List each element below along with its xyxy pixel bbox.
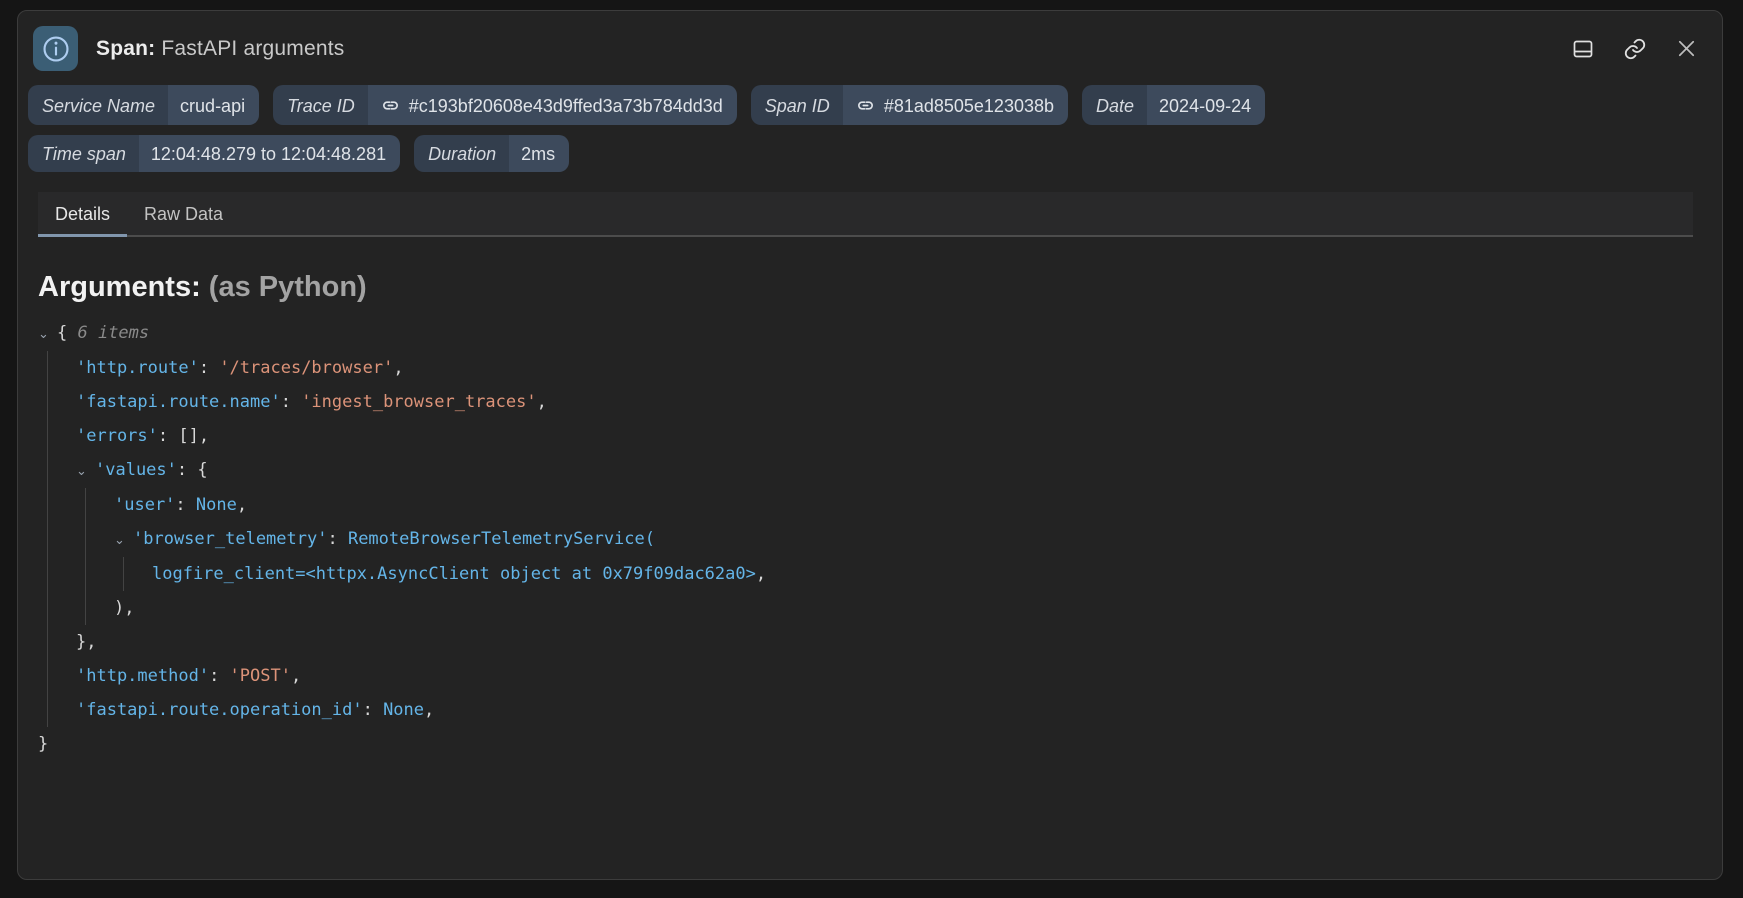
tab-bar: DetailsRaw Data <box>38 192 1693 237</box>
header-actions <box>1571 37 1698 61</box>
code-token: 'errors' <box>76 426 158 446</box>
code-token: , <box>393 358 403 378</box>
badge-value-text: 12:04:48.279 to 12:04:48.281 <box>151 145 386 163</box>
badge-value: crud-api <box>168 85 259 125</box>
badge-value-text: 2ms <box>521 145 555 163</box>
details-content: Arguments: (as Python) ⌄{ 6 items'http.r… <box>18 237 1722 761</box>
code-token: : <box>281 392 301 412</box>
code-line: logfire_client=<httpx.AsyncClient object… <box>152 557 1702 591</box>
code-token: 'http.method' <box>76 666 209 686</box>
code-token: : <box>199 358 219 378</box>
code-token: 6 items <box>77 323 149 343</box>
code-line: 'fastapi.route.name': 'ingest_browser_tr… <box>76 385 1702 419</box>
copy-link-icon[interactable] <box>1623 37 1647 61</box>
code-token: : <box>209 666 229 686</box>
span-name: FastAPI arguments <box>161 37 344 60</box>
code-line: 'http.method': 'POST', <box>76 659 1702 693</box>
code-close-line: }, <box>76 625 1702 659</box>
code-token: }, <box>76 632 96 652</box>
arguments-code-tree: ⌄{ 6 items'http.route': '/traces/browser… <box>38 316 1702 761</box>
code-token: 'fastapi.route.operation_id' <box>76 700 363 720</box>
code-line: ⌄'values': { <box>76 453 1702 488</box>
code-token: , <box>291 666 301 686</box>
badge-value: 2ms <box>509 135 569 172</box>
arguments-heading: Arguments: (as Python) <box>38 271 1702 304</box>
metadata-badges: Service Name crud-api Trace ID #c193bf20608… <box>18 83 1722 172</box>
span-detail-panel: Span: FastAPI arguments <box>17 10 1723 880</box>
panel-header: Span: FastAPI arguments <box>18 11 1722 83</box>
info-icon <box>33 26 78 71</box>
arguments-heading-suffix: (as Python) <box>209 271 367 303</box>
code-token: : { <box>177 460 208 480</box>
badge-row: Service Name crud-api Trace ID #c193bf20608… <box>28 85 1712 125</box>
code-line: ⌄{ 6 items <box>38 316 1702 351</box>
code-line: 'user': None, <box>114 488 1702 522</box>
code-token: 'values' <box>95 460 177 480</box>
code-block-children: logfire_client=<httpx.AsyncClient object… <box>123 557 1702 591</box>
code-token: '/traces/browser' <box>219 358 393 378</box>
code-token: : <box>363 700 383 720</box>
code-close-line: } <box>38 727 1702 761</box>
code-token: 'ingest_browser_traces' <box>301 392 536 412</box>
code-close-line: ), <box>114 591 1702 625</box>
close-icon[interactable] <box>1675 37 1698 60</box>
badge-value-text: crud-api <box>180 97 245 115</box>
badge-value: 12:04:48.279 to 12:04:48.281 <box>139 135 400 172</box>
metadata-badge: Time span 12:04:48.279 to 12:04:48.281 <box>28 135 400 172</box>
metadata-badge: Duration 2ms <box>414 135 569 172</box>
code-token: , <box>237 495 247 515</box>
badge-value-text: #81ad8505e123038b <box>884 97 1054 115</box>
badge-value-text: 2024-09-24 <box>1159 97 1251 115</box>
code-token: : <box>327 529 347 549</box>
code-token: RemoteBrowserTelemetryService( <box>348 529 655 549</box>
code-token: None <box>383 700 424 720</box>
badge-label: Service Name <box>28 85 168 125</box>
code-token: ), <box>114 598 134 618</box>
code-token: { <box>57 323 77 343</box>
code-token: 'fastapi.route.name' <box>76 392 281 412</box>
metadata-badge: Trace ID #c193bf20608e43d9ffed3a73b784dd3… <box>273 85 737 125</box>
badge-row: Time span 12:04:48.279 to 12:04:48.281 Dur… <box>28 135 1712 172</box>
badge-label: Trace ID <box>273 85 368 125</box>
link-icon <box>380 95 401 116</box>
span-kind-label: Span: <box>96 37 155 60</box>
badge-value[interactable]: #c193bf20608e43d9ffed3a73b784dd3d <box>368 85 737 125</box>
link-icon <box>855 95 876 116</box>
code-token: 'browser_telemetry' <box>133 529 327 549</box>
badge-label: Span ID <box>751 85 843 125</box>
code-block-children: 'user': None,⌄'browser_telemetry': Remot… <box>85 488 1702 625</box>
code-token: 'http.route' <box>76 358 199 378</box>
badge-label: Duration <box>414 135 509 172</box>
code-token: None <box>196 495 237 515</box>
code-line: 'errors': [], <box>76 419 1702 453</box>
code-token: logfire_client=<httpx.AsyncClient object… <box>152 564 756 584</box>
badge-value[interactable]: #81ad8505e123038b <box>843 85 1068 125</box>
dock-bottom-panel-icon[interactable] <box>1571 37 1595 61</box>
badge-value: 2024-09-24 <box>1147 85 1265 125</box>
badge-value-text: #c193bf20608e43d9ffed3a73b784dd3d <box>409 97 723 115</box>
tab-raw-data[interactable]: Raw Data <box>127 192 240 235</box>
badge-label: Date <box>1082 85 1147 125</box>
code-token: 'user' <box>114 495 175 515</box>
code-token: : <box>175 495 195 515</box>
page-title: Span: FastAPI arguments <box>96 37 345 61</box>
code-token: 'POST' <box>230 666 291 686</box>
code-line: ⌄'browser_telemetry': RemoteBrowserTelem… <box>114 522 1702 557</box>
badge-label: Time span <box>28 135 139 172</box>
code-token: : [], <box>158 426 209 446</box>
collapse-toggle-icon[interactable]: ⌄ <box>114 523 133 557</box>
code-token: , <box>537 392 547 412</box>
code-line: 'fastapi.route.operation_id': None, <box>76 693 1702 727</box>
metadata-badge: Date 2024-09-24 <box>1082 85 1265 125</box>
code-block-children: 'http.route': '/traces/browser','fastapi… <box>47 351 1702 727</box>
code-token: , <box>424 700 434 720</box>
code-line: 'http.route': '/traces/browser', <box>76 351 1702 385</box>
tab-details[interactable]: Details <box>38 192 127 235</box>
code-token: , <box>756 564 766 584</box>
code-token: } <box>38 734 48 754</box>
metadata-badge: Span ID #81ad8505e123038b <box>751 85 1068 125</box>
metadata-badge: Service Name crud-api <box>28 85 259 125</box>
collapse-toggle-icon[interactable]: ⌄ <box>76 454 95 488</box>
collapse-toggle-icon[interactable]: ⌄ <box>38 317 57 351</box>
